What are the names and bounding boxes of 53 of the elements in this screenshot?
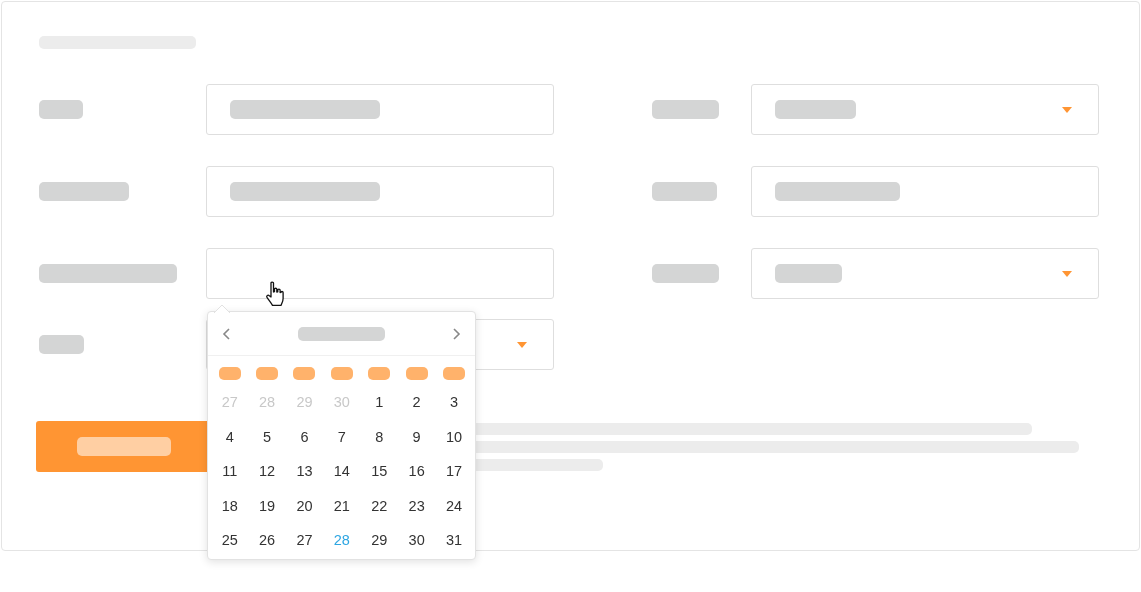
calendar-day[interactable]: 30	[397, 523, 436, 558]
calendar-day[interactable]: 22	[360, 488, 398, 523]
calendar-day[interactable]: 9	[397, 419, 436, 454]
chevron-right-icon[interactable]	[453, 327, 461, 340]
calendar-day[interactable]: 2	[397, 385, 436, 420]
label-placeholder	[652, 182, 717, 201]
calendar-day[interactable]: 14	[323, 454, 361, 489]
calendar-day[interactable]: 10	[435, 419, 473, 454]
calendar-day[interactable]: 6	[285, 419, 324, 454]
calendar-day[interactable]: 21	[323, 488, 361, 523]
calendar-day[interactable]: 8	[360, 419, 398, 454]
calendar-day[interactable]: 23	[397, 488, 436, 523]
calendar-day[interactable]: 24	[435, 488, 473, 523]
weekday-placeholder	[293, 367, 316, 380]
calendar-day[interactable]: 4	[211, 419, 249, 454]
weekday-placeholder	[256, 367, 279, 380]
calendar-day[interactable]: 18	[211, 488, 249, 523]
weekday-placeholder	[218, 367, 241, 380]
dropdown-caret-icon	[1062, 106, 1072, 113]
label-placeholder	[652, 264, 719, 283]
dropdown-field[interactable]	[751, 248, 1099, 299]
weekday-placeholder	[330, 367, 353, 380]
label-placeholder	[652, 100, 719, 119]
weekday-placeholder	[368, 367, 391, 380]
calendar-day[interactable]: 19	[248, 488, 286, 523]
calendar-day[interactable]: 11	[211, 454, 249, 489]
calendar-day[interactable]: 5	[248, 419, 286, 454]
calendar-day[interactable]: 17	[435, 454, 473, 489]
calendar-day[interactable]: 1	[360, 385, 398, 420]
dropdown-caret-icon	[1062, 270, 1072, 277]
text-field[interactable]	[751, 166, 1099, 217]
calendar-day[interactable]: 12	[248, 454, 286, 489]
label-placeholder	[39, 335, 84, 354]
calendar-day[interactable]: 29	[360, 523, 398, 558]
calendar-day[interactable]: 15	[360, 454, 398, 489]
weekday-placeholder	[443, 367, 466, 380]
chevron-left-icon[interactable]	[222, 327, 230, 340]
calendar-day[interactable]: 16	[397, 454, 436, 489]
calendar-day[interactable]: 31	[435, 523, 473, 558]
value-placeholder	[775, 264, 842, 283]
weekday-placeholder	[405, 367, 428, 380]
calendar-day[interactable]: 13	[285, 454, 324, 489]
text-field[interactable]	[206, 84, 554, 135]
calendar-day[interactable]: 26	[248, 523, 286, 558]
dropdown-caret-icon	[517, 341, 527, 348]
calendar-day[interactable]: 20	[285, 488, 324, 523]
dropdown-field[interactable]	[751, 84, 1099, 135]
calendar-day[interactable]: 3	[435, 385, 473, 420]
label-placeholder	[39, 100, 83, 119]
text-field[interactable]	[206, 166, 554, 217]
calendar-day[interactable]: 25	[211, 523, 249, 558]
calendar-day[interactable]: 27	[285, 523, 324, 558]
calendar-day[interactable]: 7	[323, 419, 361, 454]
